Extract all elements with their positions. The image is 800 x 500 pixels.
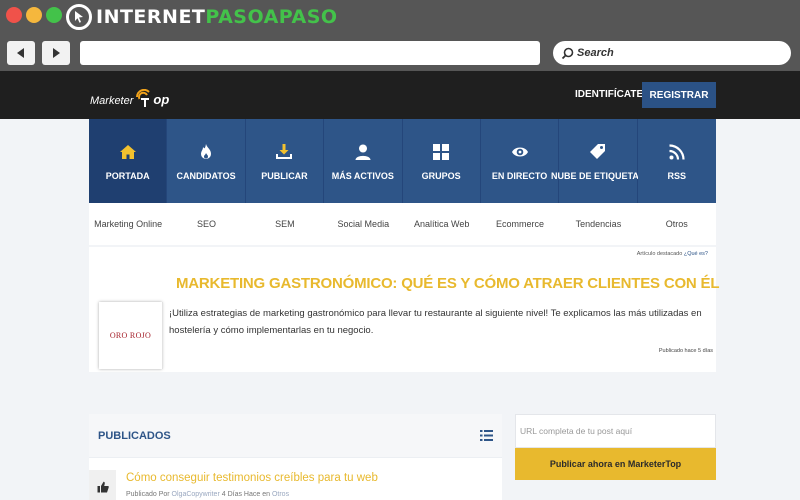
window-titlebar: INTERNETPASOAPASO xyxy=(0,0,800,35)
featured-what-is-link[interactable]: ¿Qué es? xyxy=(684,251,708,257)
list-icon[interactable] xyxy=(480,429,493,442)
nav-tile-label: GRUPOS xyxy=(421,171,461,181)
subnav-item-otros[interactable]: Otros xyxy=(638,203,716,245)
post-meta-time: 4 Días Hace en xyxy=(221,491,270,498)
post-url-input[interactable]: URL completa de tu post aquí xyxy=(515,414,716,448)
maximize-window-button[interactable] xyxy=(46,7,62,23)
user-icon xyxy=(355,144,371,160)
website-viewport: Marketer op IDENTIFÍCATE REGISTRAR PORTA… xyxy=(0,71,800,500)
post-category-link[interactable]: Otros xyxy=(272,491,289,498)
post-title-link[interactable]: Cómo conseguir testimonios creíbles para… xyxy=(126,472,378,484)
site-header: Marketer op IDENTIFÍCATE REGISTRAR xyxy=(0,71,800,119)
nav-tile-label: EN DIRECTO xyxy=(491,171,548,181)
subnav-item-marketing-online[interactable]: Marketing Online xyxy=(89,203,167,245)
nav-tile-nube-etiquetas[interactable]: NUBE DE ETIQUETAS xyxy=(551,119,645,203)
eye-icon xyxy=(511,147,528,157)
featured-article: Artículo destacado ¿Qué es? MARKETING GA… xyxy=(89,247,720,372)
search-icon xyxy=(561,47,574,59)
browser-toolbar: Search xyxy=(0,35,800,71)
logo-text: Marketer xyxy=(90,95,134,107)
flame-icon xyxy=(201,144,212,159)
watermark-brand: INTERNETPASOAPASO xyxy=(66,3,338,31)
published-panel: PUBLICADOS Cómo conseguir testimonios cr… xyxy=(89,414,502,500)
subnav-item-ecommerce[interactable]: Ecommerce xyxy=(481,203,559,245)
list-item: Cómo conseguir testimonios creíbles para… xyxy=(89,458,502,500)
home-icon xyxy=(119,145,136,159)
post-meta-prefix: Publicado Por xyxy=(126,491,170,498)
post-meta: Publicado Por OlgaCopywriter 4 Días Hace… xyxy=(126,491,289,498)
nav-tile-label: NUBE DE ETIQUETAS xyxy=(551,171,645,181)
triangle-left-icon xyxy=(17,48,24,58)
logo-suffix: op xyxy=(153,92,170,107)
search-placeholder: Search xyxy=(577,47,614,59)
nav-tile-label: PUBLICAR xyxy=(261,171,308,181)
minimize-window-button[interactable] xyxy=(26,7,42,23)
download-icon xyxy=(276,144,293,159)
forward-button[interactable] xyxy=(42,41,70,65)
address-bar[interactable] xyxy=(80,41,540,65)
featured-thumbnail[interactable]: ORO ROJO xyxy=(99,302,162,369)
featured-published-time: Publicado hace 5 días xyxy=(658,348,713,354)
publish-now-button[interactable]: Publicar ahora en MarketerTop xyxy=(515,448,716,480)
featured-tag: Artículo destacado ¿Qué es? xyxy=(637,251,708,257)
post-author-link[interactable]: OlgaCopywriter xyxy=(172,491,220,498)
nav-tile-publicar[interactable]: PUBLICAR xyxy=(245,119,325,203)
vote-button[interactable] xyxy=(89,470,116,500)
nav-tile-grupos[interactable]: GRUPOS xyxy=(402,119,481,203)
nav-tile-en-directo[interactable]: EN DIRECTO xyxy=(480,119,560,203)
nav-tile-rss[interactable]: RSS xyxy=(637,119,716,203)
brand-prefix: INTERNET xyxy=(96,6,206,28)
featured-title-link[interactable]: MARKETING GASTRONÓMICO: QUÉ ES Y CÓMO AT… xyxy=(176,275,720,292)
subnav-item-social-media[interactable]: Social Media xyxy=(324,203,402,245)
tags-icon xyxy=(589,144,605,159)
nav-tile-portada[interactable]: PORTADA xyxy=(89,119,168,203)
signal-t-logo-icon xyxy=(136,89,151,107)
back-button[interactable] xyxy=(7,41,35,65)
close-window-button[interactable] xyxy=(6,7,22,23)
category-subnav: Marketing Online SEO SEM Social Media An… xyxy=(89,203,716,245)
subnav-item-sem[interactable]: SEM xyxy=(246,203,324,245)
published-header: PUBLICADOS xyxy=(89,414,502,458)
nav-tile-candidatos[interactable]: CANDIDATOS xyxy=(167,119,246,203)
nav-tile-mas-activos[interactable]: MÁS ACTIVOS xyxy=(324,119,403,203)
register-button[interactable]: REGISTRAR xyxy=(642,82,716,108)
published-title: PUBLICADOS xyxy=(98,429,171,442)
thumbnail-logo-text: ORO ROJO xyxy=(109,331,152,340)
brand-accent: PASOAPASO xyxy=(205,6,338,28)
featured-tag-label: Artículo destacado xyxy=(636,251,683,257)
nav-tile-label: RSS xyxy=(667,171,687,181)
cursor-logo-icon xyxy=(66,4,92,30)
main-navigation: PORTADA CANDIDATOS PUBLICAR MÁS ACTIVOS … xyxy=(89,119,716,203)
subnav-item-analitica-web[interactable]: Analítica Web xyxy=(403,203,481,245)
marketertop-logo[interactable]: Marketer op xyxy=(90,85,169,107)
thumbs-up-icon xyxy=(97,481,109,493)
grid-icon xyxy=(433,144,450,160)
nav-tile-label: MÁS ACTIVOS xyxy=(331,171,394,181)
triangle-right-icon xyxy=(53,48,60,58)
subnav-item-tendencias[interactable]: Tendencias xyxy=(559,203,637,245)
nav-tile-label: CANDIDATOS xyxy=(176,171,236,181)
featured-excerpt: ¡Utiliza estrategias de marketing gastro… xyxy=(169,308,702,336)
featured-divider xyxy=(162,302,163,369)
subnav-item-seo[interactable]: SEO xyxy=(167,203,245,245)
nav-tile-label: PORTADA xyxy=(105,171,150,181)
browser-search-field[interactable]: Search xyxy=(553,41,791,65)
login-link[interactable]: IDENTIFÍCATE xyxy=(575,89,643,100)
rss-icon xyxy=(669,144,685,160)
